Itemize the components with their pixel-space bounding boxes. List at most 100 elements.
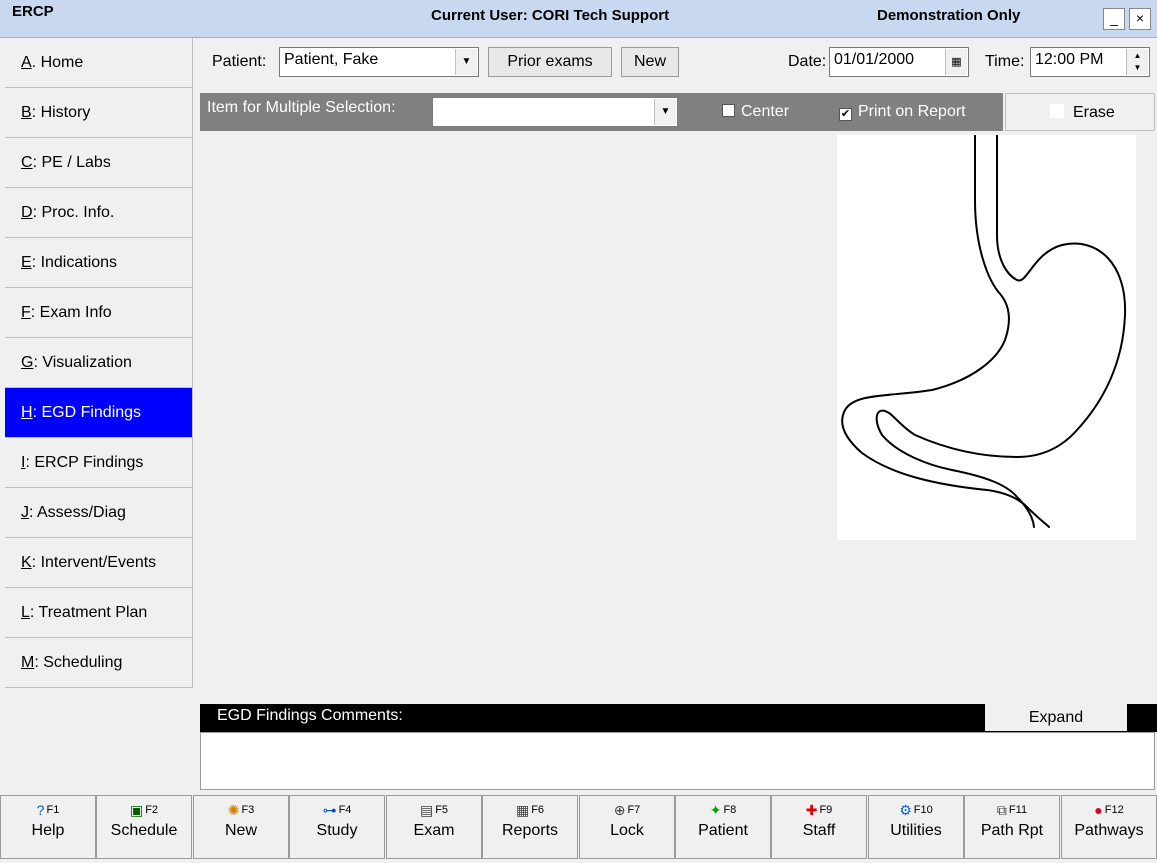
sidebar-item-history[interactable]: B: History xyxy=(5,88,193,138)
function-key-label: Patient xyxy=(698,822,748,839)
patient-label: Patient: xyxy=(212,53,267,70)
sidebar-item-key: F xyxy=(21,304,31,321)
app-title: ERCP xyxy=(12,3,54,20)
sidebar-item-ercp-findings[interactable]: I: ERCP Findings xyxy=(5,438,193,488)
exam-function-button[interactable]: ▤ F5 Exam xyxy=(386,795,482,859)
utilities-function-button[interactable]: ⚙ F10 Utilities xyxy=(868,795,964,859)
center-checkbox[interactable]: Center xyxy=(722,103,789,121)
print-on-report-checkbox[interactable]: ✔ Print on Report xyxy=(839,103,966,121)
date-value: 01/01/2000 xyxy=(834,51,915,68)
lightbulb-icon: ✺ xyxy=(227,802,240,818)
function-key-label: Study xyxy=(316,822,358,839)
multiple-selection-select[interactable]: ▼ xyxy=(432,97,678,127)
new-patient-button[interactable]: New xyxy=(621,47,679,77)
multiple-selection-label: Item for Multiple Selection: xyxy=(207,99,396,116)
patient-value: Patient, Fake xyxy=(284,51,379,68)
calendar-icon: ▣ xyxy=(129,802,144,818)
function-key-number: F4 xyxy=(338,804,352,816)
time-value: 12:00 PM xyxy=(1035,51,1104,68)
running-person-icon: ✦ xyxy=(709,802,722,818)
path-rpt-function-button[interactable]: ⧉ F11 Path Rpt xyxy=(964,795,1060,859)
sidebar-item-egd-findings[interactable]: H: EGD Findings xyxy=(5,388,193,438)
sidebar-item-label: : EGD Findings xyxy=(32,404,142,421)
date-label: Date: xyxy=(788,53,827,70)
sidebar-item-exam-info[interactable]: F: Exam Info xyxy=(5,288,193,338)
sidebar-item-pe-labs[interactable]: C: PE / Labs xyxy=(5,138,193,188)
checkbox-icon[interactable] xyxy=(1050,104,1064,118)
function-key-number: F7 xyxy=(627,804,641,816)
sidebar-item-home[interactable]: A. Home xyxy=(5,38,193,88)
center-label: Center xyxy=(741,103,790,120)
multiple-selection-bar: Item for Multiple Selection: ▼ Center ✔ P… xyxy=(200,93,1003,131)
function-key-label: Pathways xyxy=(1074,822,1144,839)
sidebar-item-label: : ERCP Findings xyxy=(25,454,144,471)
function-key-label: Help xyxy=(31,822,65,839)
help-function-button[interactable]: ? F1 Help xyxy=(0,795,96,859)
path-report-icon: ⧉ xyxy=(996,802,1007,818)
schedule-function-button[interactable]: ▣ F2 Schedule xyxy=(96,795,192,859)
sidebar-item-assess-diag[interactable]: J: Assess/Diag xyxy=(5,488,193,538)
sidebar-item-intervent-events[interactable]: K: Intervent/Events xyxy=(5,538,193,588)
sidebar-nav: A. Home B: History C: PE / Labs D: Proc. In… xyxy=(0,38,195,688)
sidebar-item-label: : Proc. Info. xyxy=(32,204,115,221)
sidebar-item-label: : History xyxy=(31,104,91,121)
help-icon: ? xyxy=(36,802,45,818)
expand-button[interactable]: Expand xyxy=(985,704,1127,731)
sidebar-item-treatment-plan[interactable]: L: Treatment Plan xyxy=(5,588,193,638)
sidebar-item-key: B xyxy=(21,104,32,121)
function-key-number: F5 xyxy=(435,804,449,816)
comments-title: EGD Findings Comments: xyxy=(217,707,403,724)
date-field[interactable]: 01/01/2000 ▦ xyxy=(829,47,969,77)
sidebar-item-key: C xyxy=(21,154,33,171)
function-key-label: Path Rpt xyxy=(980,822,1044,839)
function-key-number: F9 xyxy=(819,804,833,816)
chevron-down-icon[interactable]: ▼ xyxy=(455,49,477,75)
lock-function-button[interactable]: ⊕ F7 Lock xyxy=(579,795,675,859)
pathways-function-button[interactable]: ● F12 Pathways xyxy=(1061,795,1157,859)
lock-icon: ⊕ xyxy=(613,802,626,818)
network-icon: ⊶ xyxy=(322,802,337,818)
function-key-label: Utilities xyxy=(890,822,942,839)
patient-function-button[interactable]: ✦ F8 Patient xyxy=(675,795,771,859)
study-function-button[interactable]: ⊶ F4 Study xyxy=(289,795,385,859)
close-button[interactable]: × xyxy=(1129,8,1151,30)
sidebar-item-indications[interactable]: E: Indications xyxy=(5,238,193,288)
patient-select[interactable]: Patient, Fake ▼ xyxy=(279,47,479,77)
sidebar-item-key: J xyxy=(21,504,29,521)
print-on-report-label: Print on Report xyxy=(858,103,966,120)
sidebar-item-scheduling[interactable]: M: Scheduling xyxy=(5,638,193,688)
reports-function-button[interactable]: ▦ F6 Reports xyxy=(482,795,578,859)
sidebar-item-key: G xyxy=(21,354,34,371)
function-key-number: F8 xyxy=(723,804,737,816)
staff-function-button[interactable]: ✚ F9 Staff xyxy=(771,795,867,859)
sidebar-item-key: E xyxy=(21,254,32,271)
sidebar-item-visualization[interactable]: G: Visualization xyxy=(5,338,193,388)
checkbox-icon[interactable]: ✔ xyxy=(839,108,852,121)
minimize-button[interactable]: _ xyxy=(1103,8,1125,30)
prior-exams-button[interactable]: Prior exams xyxy=(488,47,612,77)
sidebar-item-label: : Exam Info xyxy=(30,304,112,321)
sidebar-item-key: L xyxy=(21,604,30,621)
function-key-number: F6 xyxy=(531,804,545,816)
spinner-icon[interactable]: ▲ ▼ xyxy=(1126,49,1148,75)
comments-textarea[interactable] xyxy=(200,732,1155,790)
current-user-label: Current User: CORI Tech Support xyxy=(431,7,670,24)
sidebar-item-key: K xyxy=(21,554,32,571)
chevron-down-icon[interactable]: ▼ xyxy=(654,99,676,125)
function-key-label: New xyxy=(224,822,257,839)
sidebar-item-proc-info[interactable]: D: Proc. Info. xyxy=(5,188,193,238)
sidebar-item-key: A xyxy=(21,54,32,71)
calendar-icon[interactable]: ▦ xyxy=(945,49,967,75)
erase-checkbox[interactable]: Erase xyxy=(1005,93,1155,131)
sidebar-item-key: H xyxy=(21,404,33,421)
checkbox-icon[interactable] xyxy=(722,104,735,117)
time-field[interactable]: 12:00 PM ▲ ▼ xyxy=(1030,47,1150,77)
exam-icon: ▤ xyxy=(419,802,434,818)
stomach-diagram xyxy=(841,134,1127,528)
new-function-button[interactable]: ✺ F3 New xyxy=(193,795,289,859)
function-key-number: F3 xyxy=(241,804,255,816)
function-key-label: Lock xyxy=(610,822,644,839)
reports-icon: ▦ xyxy=(515,802,530,818)
function-key-bar: ? F1 Help ▣ F2 Schedule ✺ F3 New ⊶ F4 Study ▤ F5 Exam ▦… xyxy=(0,795,1157,863)
anatomy-drawing-canvas[interactable] xyxy=(837,134,1136,540)
